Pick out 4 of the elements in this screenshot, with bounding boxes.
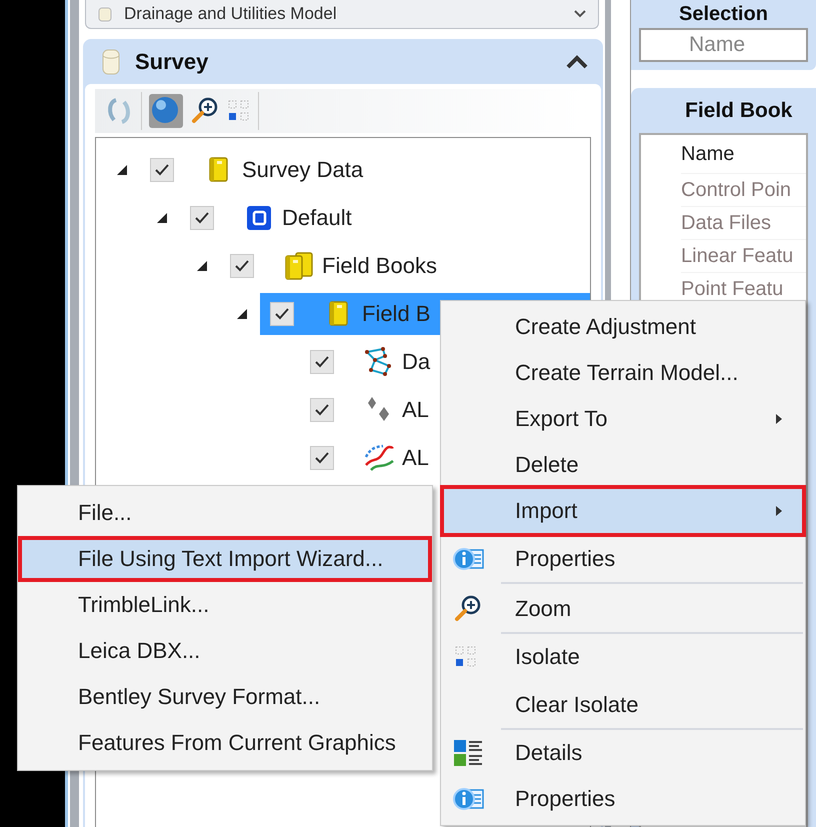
panel-title: Selection bbox=[678, 2, 769, 26]
panel-title: Drainage and Utilities Model bbox=[124, 4, 338, 24]
panel-title: Field Book bbox=[684, 98, 794, 124]
panel-title: Survey bbox=[135, 48, 210, 74]
